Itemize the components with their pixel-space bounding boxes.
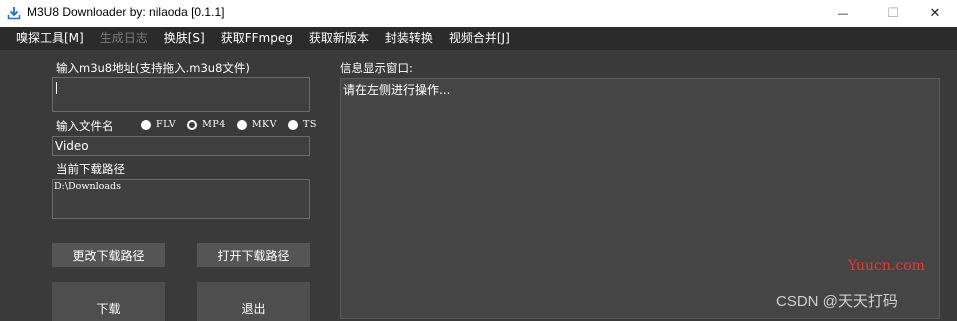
close-icon: ✕ <box>929 6 941 21</box>
url-input[interactable] <box>52 77 310 112</box>
format-radio-group: FLV MP4 MKV TS <box>141 119 328 130</box>
radio-label-mkv: MKV <box>251 119 277 130</box>
filename-input[interactable]: Video <box>52 136 310 156</box>
format-radio-mp4[interactable]: MP4 <box>187 119 226 130</box>
radio-checked-icon <box>187 119 198 130</box>
radio-label-flv: FLV <box>156 119 177 130</box>
download-button[interactable]: 下载 <box>52 282 165 321</box>
info-label: 信息显示窗口: <box>340 61 413 75</box>
close-button[interactable]: ✕ <box>912 0 957 27</box>
text-caret <box>56 82 57 94</box>
download-path-value: D:\Downloads <box>54 181 121 192</box>
change-path-label: 更改下载路径 <box>72 248 145 263</box>
download-path-label: 当前下载路径 <box>56 162 125 176</box>
menu-video-merge[interactable]: 视频合并[J] <box>443 27 516 50</box>
radio-icon <box>288 119 298 130</box>
exit-label: 退出 <box>241 302 266 316</box>
download-label: 下载 <box>96 302 121 316</box>
filename-input-value: Video <box>55 139 89 153</box>
menu-generate-log[interactable]: 生成日志 <box>94 27 154 50</box>
radio-label-ts: TS <box>303 119 317 130</box>
menu-get-ffmpeg[interactable]: 获取FFmpeg <box>215 27 299 50</box>
url-label: 输入m3u8地址(支持拖入.m3u8文件) <box>56 61 250 75</box>
download-path-field[interactable]: D:\Downloads <box>52 179 310 219</box>
watermark-csdn: CSDN @天天打码 <box>776 293 898 310</box>
main-panel: 输入m3u8地址(支持拖入.m3u8文件) 输入文件名 FLV MP4 MKV … <box>0 50 957 321</box>
menu-sniff-tool[interactable]: 嗅探工具[M] <box>10 27 90 50</box>
format-radio-mkv[interactable]: MKV <box>236 119 277 130</box>
menu-format-convert[interactable]: 封装转换 <box>379 27 439 50</box>
minimize-button[interactable]: — <box>820 0 866 27</box>
radio-label-mp4: MP4 <box>202 119 226 130</box>
change-path-button[interactable]: 更改下载路径 <box>52 243 165 267</box>
menu-get-new-version[interactable]: 获取新版本 <box>303 27 375 50</box>
minimize-icon: — <box>837 7 849 20</box>
menu-bar: 嗅探工具[M] 生成日志 换肤[S] 获取FFmpeg 获取新版本 封装转换 视… <box>0 27 957 50</box>
info-text: 请在左侧进行操作... <box>343 83 451 97</box>
filename-label: 输入文件名 <box>56 119 114 133</box>
title-bar: M3U8 Downloader by: nilaoda [0.1.1] — ☐ … <box>0 0 957 27</box>
radio-icon <box>236 119 247 130</box>
watermark-site: Yuucn.com <box>848 258 925 274</box>
menu-skin[interactable]: 换肤[S] <box>158 27 211 50</box>
format-radio-flv[interactable]: FLV <box>141 119 176 130</box>
maximize-button[interactable]: ☐ <box>870 0 916 27</box>
format-radio-ts[interactable]: TS <box>288 119 317 130</box>
open-path-button[interactable]: 打开下载路径 <box>197 243 310 267</box>
download-arrow-icon <box>7 6 21 20</box>
window-title: M3U8 Downloader by: nilaoda [0.1.1] <box>27 5 225 19</box>
exit-button[interactable]: 退出 <box>197 282 310 321</box>
radio-icon <box>141 119 151 130</box>
maximize-icon: ☐ <box>887 6 899 21</box>
open-path-label: 打开下载路径 <box>217 248 290 263</box>
info-display-window[interactable]: 请在左侧进行操作... <box>340 78 940 319</box>
